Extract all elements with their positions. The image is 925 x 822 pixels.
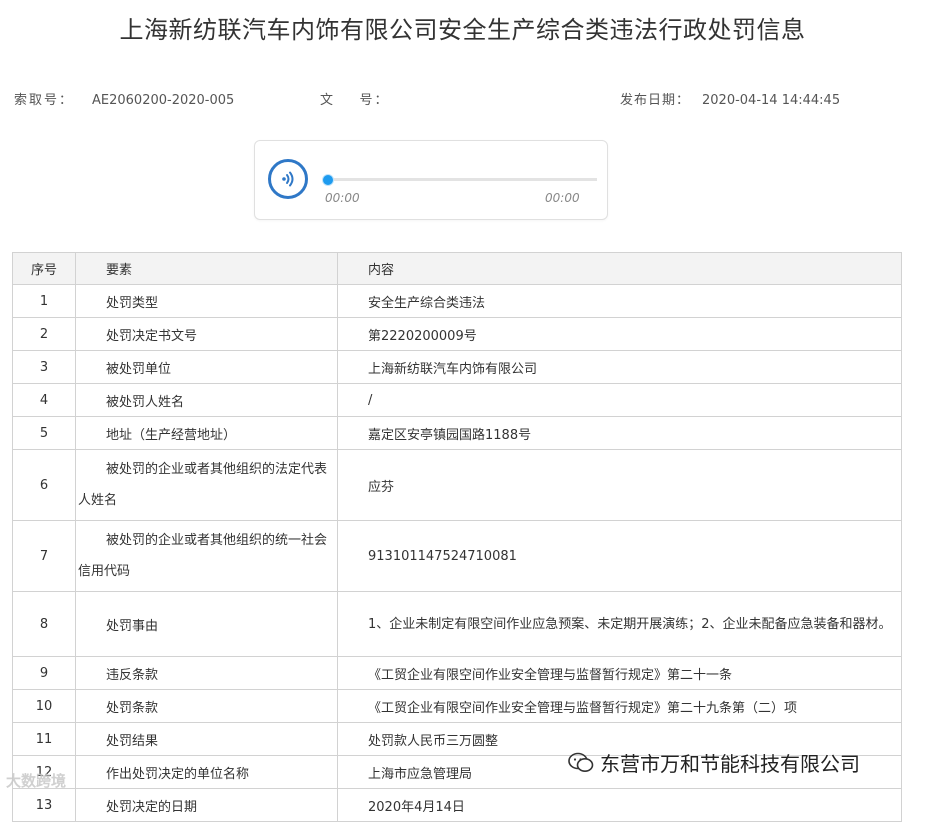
play-button[interactable] [268,159,308,199]
row-no: 2 [12,317,76,351]
table-row: 13 处罚决定的日期 2020年4月14日 [12,788,902,822]
wechat-icon [568,752,594,772]
row-content: 上海新纺联汽车内饰有限公司 [368,361,538,377]
publish-date: 发布日期： 2020-04-14 14:44:45 [620,89,840,108]
row-item: 处罚条款 [106,700,159,716]
watermark-left: 大数跨境 [6,772,67,790]
watermark-right: 东营市万和节能科技有限公司 [568,748,860,777]
row-item: 处罚决定书文号 [106,328,198,344]
row-item: 被处罚人姓名 [106,394,185,410]
table-row: 2 处罚决定书文号 第2220200009号 [12,317,902,351]
table-row: 7 被处罚的企业或者其他组织的统一社会信用代码 9131011475247100… [12,520,902,592]
row-no: 9 [12,656,76,690]
row-item: 作出处罚决定的单位名称 [106,766,250,782]
header-content: 内容 [368,263,395,278]
row-content: 嘉定区安亭镇园国路1188号 [368,427,532,443]
index-number: 索取号： AE2060200-2020-005 [14,89,234,108]
header-item: 要素 [106,263,133,278]
table-row: 3 被处罚单位 上海新纺联汽车内饰有限公司 [12,350,902,384]
table-row: 6 被处罚的企业或者其他组织的法定代表人姓名 应芬 [12,449,902,521]
row-item: 处罚决定的日期 [106,799,198,815]
row-content: 《工贸企业有限空间作业安全管理与监督暂行规定》第二十九条第（二）项 [368,700,798,716]
row-no: 4 [12,383,76,417]
current-time: 00:00 [325,191,360,205]
row-item: 处罚类型 [106,295,159,311]
row-item: 地址（生产经营地址） [106,427,237,443]
index-value: AE2060200-2020-005 [92,93,235,108]
row-content: 1、企业未制定有限空间作业应急预案、未定期开展演练；2、企业未配备应急装备和器材… [368,616,892,632]
watermark-right-text: 东营市万和节能科技有限公司 [600,752,860,776]
row-content: 处罚款人民币三万圆整 [368,733,499,749]
table-row: 10 处罚条款 《工贸企业有限空间作业安全管理与监督暂行规定》第二十九条第（二）… [12,689,902,723]
sound-wave-icon [282,171,294,187]
date-value: 2020-04-14 14:44:45 [702,93,841,108]
table-row: 9 违反条款 《工贸企业有限空间作业安全管理与监督暂行规定》第二十一条 [12,656,902,690]
row-no: 6 [12,449,76,521]
row-no: 11 [12,722,76,756]
row-content: 2020年4月14日 [368,799,465,815]
row-item: 处罚事由 [106,618,159,634]
table-row: 4 被处罚人姓名 / [12,383,902,417]
row-item: 违反条款 [106,667,159,683]
document-number: 文 号： [320,89,408,108]
row-no: 13 [12,788,76,822]
doc-label: 文 号： [320,93,390,108]
date-label: 发布日期： [620,93,691,108]
row-no: 10 [12,689,76,723]
table-row: 1 处罚类型 安全生产综合类违法 [12,284,902,318]
audio-player: 00:00 00:00 [254,140,608,220]
page-title: 上海新纺联汽车内饰有限公司安全生产综合类违法行政处罚信息 [119,16,806,44]
row-content: 《工贸企业有限空间作业安全管理与监督暂行规定》第二十一条 [368,667,733,683]
row-no: 1 [12,284,76,318]
progress-knob[interactable] [322,174,334,186]
row-no: 7 [12,520,76,592]
row-content: 安全生产综合类违法 [368,295,486,311]
row-content: 913101147524710081 [368,548,517,564]
table-header-row: 序号 要素 内容 [12,252,902,285]
progress-track[interactable] [325,178,597,181]
table-row: 5 地址（生产经营地址） 嘉定区安亭镇园国路1188号 [12,416,902,450]
index-label: 索取号： [14,93,75,108]
header-no: 序号 [12,252,76,285]
row-no: 8 [12,591,76,657]
row-content: 应芬 [368,479,395,495]
total-time: 00:00 [545,191,580,205]
row-item: 处罚结果 [106,733,159,749]
row-item: 被处罚单位 [106,361,172,377]
table-row: 8 处罚事由 1、企业未制定有限空间作业应急预案、未定期开展演练；2、企业未配备… [12,591,902,657]
row-no: 3 [12,350,76,384]
row-no: 5 [12,416,76,450]
row-item: 被处罚的企业或者其他组织的法定代表人姓名 [78,462,328,508]
row-content: / [368,392,373,408]
penalty-info-table: 序号 要素 内容 1 处罚类型 安全生产综合类违法 2 处罚决定书文号 第222… [12,252,902,822]
row-item: 被处罚的企业或者其他组织的统一社会信用代码 [78,533,328,579]
row-content: 第2220200009号 [368,328,477,344]
